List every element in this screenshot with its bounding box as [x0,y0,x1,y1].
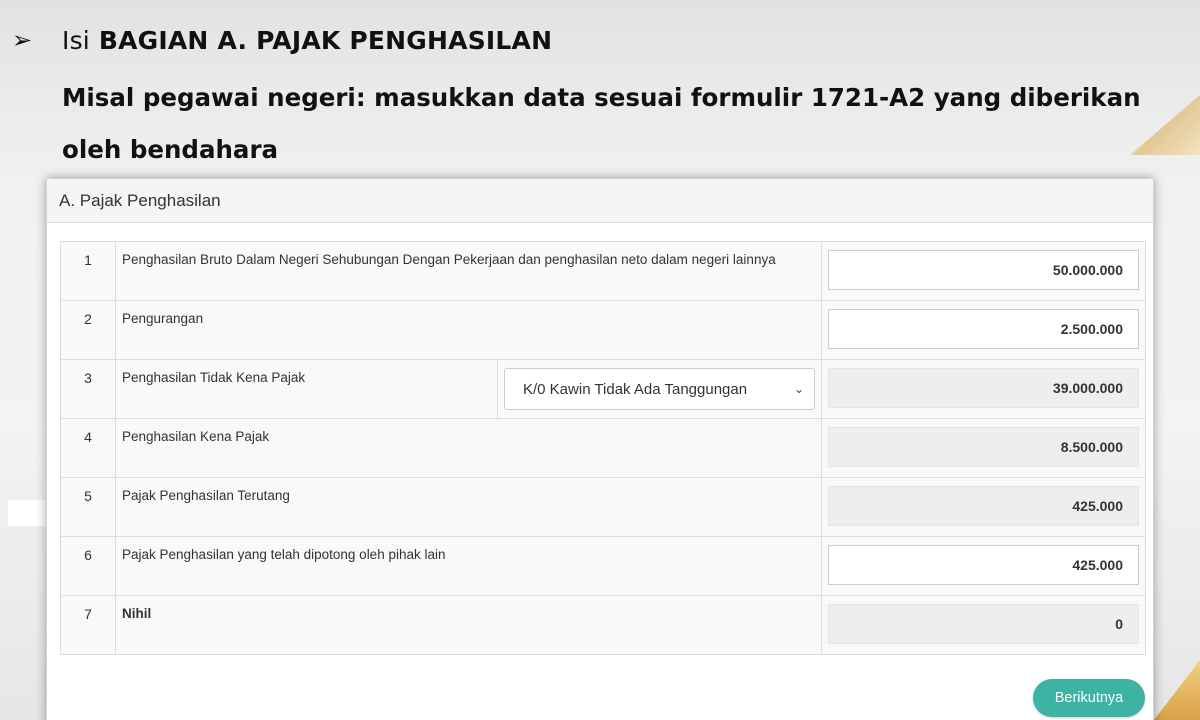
chevron-down-icon: ⌄ [793,382,804,396]
slide-title-prefix: Isi [62,25,90,55]
ptkp-status-selected: K/0 Kawin Tidak Ada Tanggungan [523,380,748,398]
row-label: Penghasilan Bruto Dalam Negeri Sehubunga… [115,241,822,301]
row-number: 2 [60,300,116,360]
slide-title: Isi BAGIAN A. PAJAK PENGHASILAN [62,26,552,55]
bullet-arrow-icon: ➢ [12,26,33,54]
table-row: 6 Pajak Penghasilan yang telah dipotong … [60,536,1146,596]
table-row: 7 Nihil 0 [60,595,1146,655]
slide-header: ➢ Isi BAGIAN A. PAJAK PENGHASILAN Misal … [12,22,1182,176]
ptkp-status-select[interactable]: K/0 Kawin Tidak Ada Tanggungan ⌄ [504,368,815,410]
table-row: 4 Penghasilan Kena Pajak 8.500.000 [60,418,1146,478]
taxable-income-field: 8.500.000 [828,427,1139,467]
panel-heading: A. Pajak Penghasilan [47,179,1153,223]
row-label: Penghasilan Kena Pajak [115,418,822,478]
decorative-gold-corner [1154,660,1200,720]
row-label: Pengurangan [115,300,822,360]
row-number: 3 [60,359,116,419]
row-label: Nihil [115,595,822,655]
table-row: 2 Pengurangan 2.500.000 [60,300,1146,360]
nil-result-field: 0 [828,604,1139,644]
row-number: 5 [60,477,116,537]
table-row: 3 Penghasilan Tidak Kena Pajak K/0 Kawin… [60,359,1146,419]
row-label: Penghasilan Tidak Kena Pajak [115,359,498,419]
table-row: 5 Pajak Penghasilan Terutang 425.000 [60,477,1146,537]
table-row: 1 Penghasilan Bruto Dalam Negeri Sehubun… [60,241,1146,301]
tax-owed-field: 425.000 [828,486,1139,526]
tax-withheld-input[interactable]: 425.000 [828,545,1139,585]
form-panel: A. Pajak Penghasilan 1 Penghasilan Bruto… [46,178,1154,720]
income-tax-table: 1 Penghasilan Bruto Dalam Negeri Sehubun… [60,241,1146,655]
deduction-input[interactable]: 2.500.000 [828,309,1139,349]
slide-title-main: BAGIAN A. PAJAK PENGHASILAN [98,25,553,55]
row-number: 7 [60,595,116,655]
slide-subtitle: Misal pegawai negeri: masukkan data sesu… [62,83,1141,164]
row-number: 1 [60,241,116,301]
ptkp-value-field: 39.000.000 [828,368,1139,408]
decorative-white-block [8,500,48,526]
row-number: 4 [60,418,116,478]
next-button[interactable]: Berikutnya [1033,679,1145,717]
row-label: Pajak Penghasilan yang telah dipotong ol… [115,536,822,596]
row-label: Pajak Penghasilan Terutang [115,477,822,537]
row-number: 6 [60,536,116,596]
gross-income-input[interactable]: 50.000.000 [828,250,1139,290]
